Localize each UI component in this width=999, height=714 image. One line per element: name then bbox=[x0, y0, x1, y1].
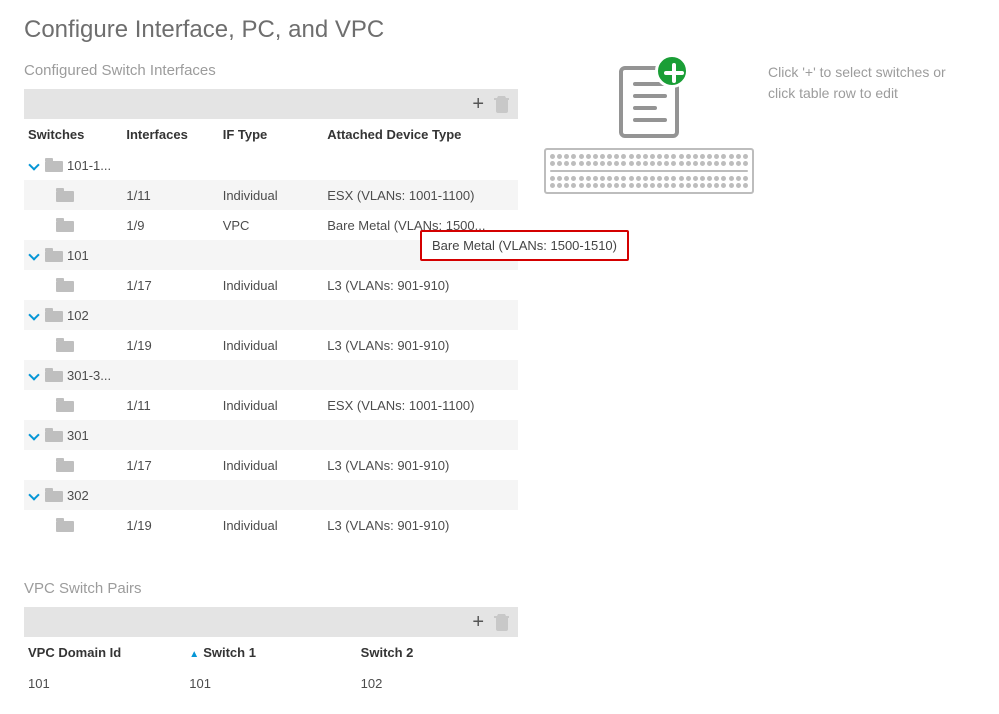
cell-interface: 1/11 bbox=[122, 390, 218, 420]
folder-icon bbox=[45, 368, 63, 382]
cell-device: L3 (VLANs: 901-910) bbox=[323, 450, 518, 480]
vpc-pairs-panel: + VPC Domain Id ▲ Switch 1 Switch 2 bbox=[24, 607, 518, 698]
chevron-down-icon bbox=[28, 160, 39, 171]
cell-interface: 1/11 bbox=[122, 180, 218, 210]
table-row[interactable]: 101101102 bbox=[24, 668, 518, 698]
cell-iftype: VPC bbox=[219, 210, 324, 240]
group-label: 301-3... bbox=[67, 368, 111, 383]
folder-icon bbox=[45, 248, 63, 262]
col-header-attached[interactable]: Attached Device Type bbox=[323, 119, 518, 150]
folder-icon bbox=[56, 518, 74, 532]
table-group-row[interactable]: 102 bbox=[24, 300, 518, 330]
cell-device: ESX (VLANs: 1001-1100) bbox=[323, 390, 518, 420]
cell-device: ESX (VLANs: 1001-1100) bbox=[323, 180, 518, 210]
cell-interface: 1/19 bbox=[122, 510, 218, 540]
folder-icon bbox=[45, 308, 63, 322]
table-group-row[interactable]: 101-1... bbox=[24, 150, 518, 180]
table-group-row[interactable]: 302 bbox=[24, 480, 518, 510]
col-header-interfaces[interactable]: Interfaces bbox=[122, 119, 218, 150]
folder-icon bbox=[45, 428, 63, 442]
device-type-tooltip: Bare Metal (VLANs: 1500-1510) bbox=[420, 230, 629, 261]
delete-switch-button[interactable] bbox=[494, 95, 510, 113]
group-label: 102 bbox=[67, 308, 89, 323]
trash-icon bbox=[494, 613, 510, 631]
col-header-switches[interactable]: Switches bbox=[24, 119, 122, 150]
configured-switch-interfaces-label: Configured Switch Interfaces bbox=[24, 62, 518, 79]
chevron-down-icon bbox=[28, 250, 39, 261]
table-row[interactable]: 1/19IndividualL3 (VLANs: 901-910) bbox=[24, 330, 518, 360]
folder-icon bbox=[56, 398, 74, 412]
switch-interfaces-header-row: Switches Interfaces IF Type Attached Dev… bbox=[24, 119, 518, 150]
group-label: 101 bbox=[67, 248, 89, 263]
cell-iftype: Individual bbox=[219, 330, 324, 360]
help-line-2: click table row to edit bbox=[768, 85, 898, 101]
help-text: Click '+' to select switches or click ta… bbox=[768, 62, 946, 104]
group-label: 101-1... bbox=[67, 158, 111, 173]
group-label: 302 bbox=[67, 488, 89, 503]
switch-interfaces-panel: + Switches Interfaces IF Type Attached bbox=[24, 89, 518, 540]
switch-illustration bbox=[544, 66, 754, 194]
cell-interface: 1/19 bbox=[122, 330, 218, 360]
folder-icon bbox=[56, 338, 74, 352]
trash-icon bbox=[494, 95, 510, 113]
cell-iftype: Individual bbox=[219, 390, 324, 420]
cell-switch-1: 101 bbox=[185, 668, 356, 698]
folder-icon bbox=[56, 278, 74, 292]
folder-icon bbox=[56, 188, 74, 202]
cell-iftype: Individual bbox=[219, 510, 324, 540]
chevron-down-icon bbox=[28, 370, 39, 381]
cell-vpc-domain: 101 bbox=[24, 668, 185, 698]
switch-interfaces-table: Switches Interfaces IF Type Attached Dev… bbox=[24, 119, 518, 540]
col-header-switch-1-label: Switch 1 bbox=[203, 645, 256, 660]
chevron-down-icon bbox=[28, 430, 39, 441]
group-label: 301 bbox=[67, 428, 89, 443]
sort-asc-icon: ▲ bbox=[189, 649, 199, 660]
table-group-row[interactable]: 301 bbox=[24, 420, 518, 450]
col-header-iftype[interactable]: IF Type bbox=[219, 119, 324, 150]
vpc-switch-pairs-label: VPC Switch Pairs bbox=[24, 580, 518, 597]
plus-badge-icon bbox=[655, 54, 689, 88]
vpc-pairs-header-row: VPC Domain Id ▲ Switch 1 Switch 2 bbox=[24, 637, 518, 668]
chevron-down-icon bbox=[28, 310, 39, 321]
vpc-pairs-toolbar: + bbox=[24, 607, 518, 637]
cell-interface: 1/17 bbox=[122, 270, 218, 300]
table-row[interactable]: 1/11IndividualESX (VLANs: 1001-1100) bbox=[24, 390, 518, 420]
col-header-vpc-domain[interactable]: VPC Domain Id bbox=[24, 637, 185, 668]
add-vpc-pair-button[interactable]: + bbox=[472, 612, 484, 632]
table-row[interactable]: 1/19IndividualL3 (VLANs: 901-910) bbox=[24, 510, 518, 540]
chevron-down-icon bbox=[28, 490, 39, 501]
cell-device: L3 (VLANs: 901-910) bbox=[323, 270, 518, 300]
switch-rack-icon bbox=[544, 148, 754, 194]
cell-iftype: Individual bbox=[219, 270, 324, 300]
help-line-1: Click '+' to select switches or bbox=[768, 64, 946, 80]
add-switch-button[interactable]: + bbox=[472, 94, 484, 114]
table-row[interactable]: 1/17IndividualL3 (VLANs: 901-910) bbox=[24, 270, 518, 300]
cell-interface: 1/9 bbox=[122, 210, 218, 240]
cell-device: L3 (VLANs: 901-910) bbox=[323, 330, 518, 360]
cell-device: L3 (VLANs: 901-910) bbox=[323, 510, 518, 540]
cell-switch-2: 102 bbox=[357, 668, 518, 698]
folder-icon bbox=[45, 488, 63, 502]
cell-iftype: Individual bbox=[219, 180, 324, 210]
folder-icon bbox=[45, 158, 63, 172]
cell-interface: 1/17 bbox=[122, 450, 218, 480]
col-header-switch-2[interactable]: Switch 2 bbox=[357, 637, 518, 668]
table-row[interactable]: 1/11IndividualESX (VLANs: 1001-1100) bbox=[24, 180, 518, 210]
folder-icon bbox=[56, 218, 74, 232]
table-row[interactable]: 1/17IndividualL3 (VLANs: 901-910) bbox=[24, 450, 518, 480]
col-header-switch-1[interactable]: ▲ Switch 1 bbox=[185, 637, 356, 668]
switch-interfaces-toolbar: + bbox=[24, 89, 518, 119]
delete-vpc-pair-button[interactable] bbox=[494, 613, 510, 631]
cell-iftype: Individual bbox=[219, 450, 324, 480]
table-group-row[interactable]: 301-3... bbox=[24, 360, 518, 390]
page-title: Configure Interface, PC, and VPC bbox=[24, 16, 975, 44]
vpc-pairs-table: VPC Domain Id ▲Switch 1 Switch 2 1011011… bbox=[24, 637, 518, 698]
folder-icon bbox=[56, 458, 74, 472]
